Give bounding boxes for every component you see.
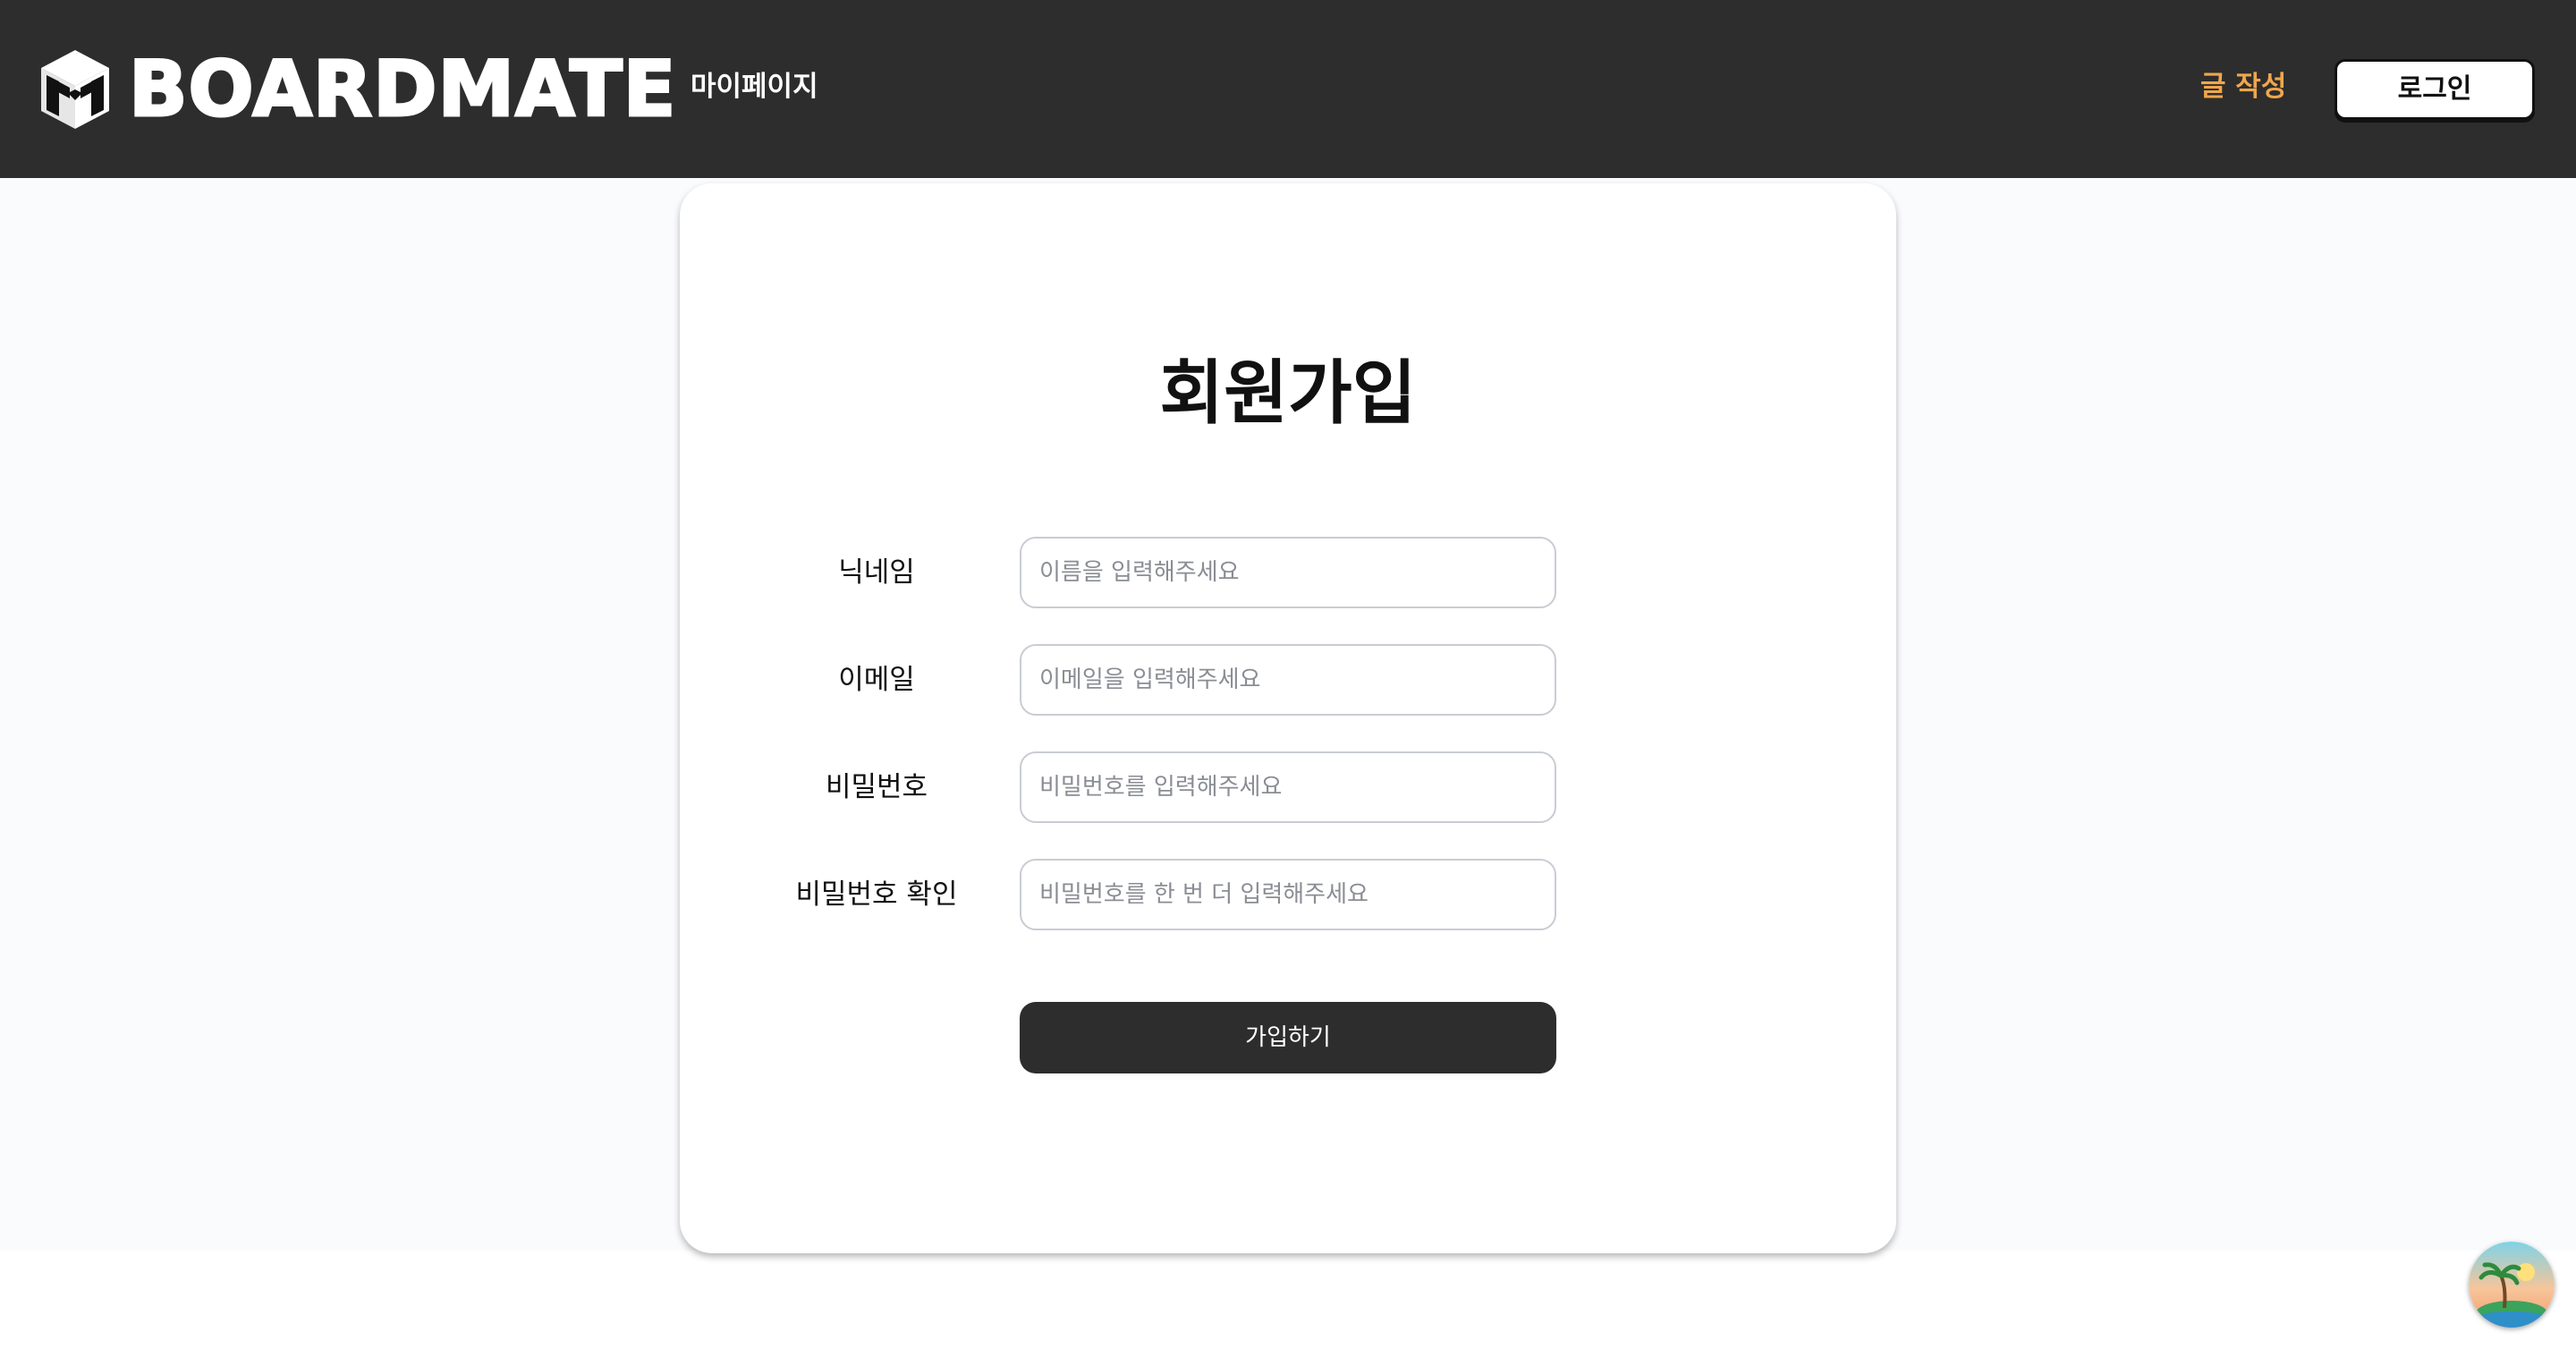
nickname-label: 닉네임 xyxy=(838,556,915,589)
signup-card: 회원가입 닉네임 이메일 비밀번호 비밀번호 확인 가입하기 xyxy=(680,183,1896,1253)
email-label: 이메일 xyxy=(838,664,915,696)
signup-submit-button[interactable]: 가입하기 xyxy=(1020,1002,1556,1073)
form-row-nickname: 닉네임 xyxy=(680,537,1896,608)
page-title: 회원가입 xyxy=(1159,353,1417,434)
form-row-email: 이메일 xyxy=(680,644,1896,716)
email-input[interactable] xyxy=(1020,644,1556,716)
cube-icon xyxy=(41,50,109,129)
password-label: 비밀번호 xyxy=(825,771,928,803)
password-input[interactable] xyxy=(1020,751,1556,823)
top-navbar: BOARDMATE 마이페이지 글 작성 로그인 xyxy=(0,0,2576,178)
brand-logo[interactable]: BOARDMATE xyxy=(39,44,677,136)
form-row-password-confirm: 비밀번호 확인 xyxy=(680,859,1896,930)
password-confirm-label: 비밀번호 확인 xyxy=(795,878,958,911)
floating-avatar-button[interactable] xyxy=(2469,1242,2555,1328)
brand-name: BOARDMATE xyxy=(127,44,677,136)
login-button[interactable]: 로그인 xyxy=(2334,59,2535,120)
password-confirm-input[interactable] xyxy=(1020,859,1556,930)
nickname-input[interactable] xyxy=(1020,537,1556,608)
island-avatar-icon xyxy=(2469,1242,2555,1328)
nav-write-post-link[interactable]: 글 작성 xyxy=(2200,66,2286,107)
form-row-password: 비밀번호 xyxy=(680,751,1896,823)
nav-mypage-link[interactable]: 마이페이지 xyxy=(691,66,818,107)
